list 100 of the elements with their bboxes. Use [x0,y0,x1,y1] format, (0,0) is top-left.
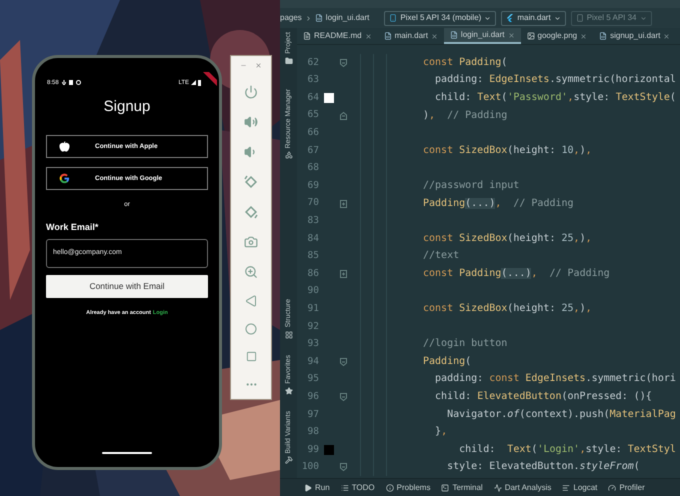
close-icon[interactable] [580,32,588,40]
run-icon [304,484,312,492]
expand-icon[interactable] [340,200,347,208]
volume-up-icon[interactable] [244,115,258,129]
collapse-icon[interactable] [340,112,347,120]
collapse-icon[interactable] [340,358,347,366]
line-number: 98 [306,425,319,440]
breadcrumb-item[interactable]: pages [280,12,302,24]
editor-tab[interactable]: login_ui.dart [444,28,521,44]
lines-icon [562,484,570,492]
editor-tab[interactable]: signup_ui.dart [593,28,676,44]
close-icon[interactable] [508,32,515,38]
rotate-left-icon[interactable] [244,175,258,189]
tool-window-button[interactable]: Problems [396,482,430,494]
tool-window-button[interactable]: Terminal [452,482,483,494]
line-number: 92 [306,320,319,334]
continue-email-button[interactable]: Continue with Email [46,275,208,298]
close-icon[interactable] [255,62,262,68]
line-number: 96 [306,390,319,404]
breadcrumb-item[interactable]: login_ui.dart [326,12,370,24]
terminal-icon [441,484,450,492]
line-number: 85 [306,249,319,264]
code-line: child: Text('Login',style: TextStyl [458,444,676,456]
close-icon[interactable] [364,32,372,40]
caret-icon [484,14,492,22]
code-line: child: Text('Password',style: TextStyle( [434,92,676,104]
line-number: 63 [306,73,319,88]
code-file-icon [314,14,323,22]
line-number: 99 [306,442,319,457]
close-icon[interactable] [430,32,438,40]
code-line: const SizedBox(height: 10,), [423,144,592,157]
overview-icon[interactable] [246,351,256,362]
code-line: Navigator.of(context).push(MaterialPag [446,408,676,421]
line-number: 62 [306,56,319,70]
code-file-icon [599,32,608,40]
line-number: 64 [306,90,319,105]
caret-icon [640,14,646,22]
email-label: Work Email* [46,221,100,233]
line-number: 93 [306,337,319,352]
caret-icon [554,14,561,22]
shapes-icon [284,151,292,160]
power-icon[interactable] [244,85,258,99]
line-number: 69 [306,178,319,193]
line-number: 65 [306,108,319,122]
code-file-icon [384,32,392,40]
status-icon [62,80,66,85]
back-icon[interactable] [245,295,257,307]
tool-window-button[interactable]: Profiler [619,482,645,494]
line-number: 94 [306,354,319,369]
collapse-icon[interactable] [340,58,347,67]
collapse-icon[interactable] [340,393,347,402]
phone-icon [576,14,584,22]
file-icon [303,32,311,40]
close-icon[interactable] [663,32,670,40]
line-number: 97 [306,408,319,422]
google-icon [59,173,70,184]
code-line: ), // Padding [423,110,508,122]
gauge-icon [608,484,616,492]
code-line: const SizedBox(height: 25,), [423,232,592,245]
expand-icon[interactable] [340,270,347,278]
device-selector[interactable]: Pixel 5 API 34 (mobile) [384,10,496,26]
code-line: const SizedBox(height: 25,), [423,303,592,316]
collapse-icon[interactable] [340,463,347,472]
code-line: const Padding(...), // Padding [423,268,610,280]
line-number: 95 [306,372,319,386]
rotate-right-icon[interactable] [244,205,258,219]
tool-window-button[interactable]: TODO [352,482,375,494]
tool-window-button[interactable]: Logcat [573,482,598,494]
code-line: //password input [423,180,520,192]
code-line: Padding( [423,356,472,368]
editor-tab[interactable]: main.dart [378,28,444,44]
info-icon [386,484,394,492]
camera-icon[interactable] [244,235,258,249]
editor-tab[interactable]: google.png [520,28,594,44]
tool-window-button[interactable]: Dart Analysis [504,482,552,494]
line-number: 67 [306,144,319,158]
run-config-selector[interactable]: main.dart [501,10,566,26]
image-file-icon [526,32,535,40]
line-number: 83 [306,214,319,228]
tool-window-button[interactable]: Run [315,482,330,494]
code-line: }, [434,426,448,438]
code-line: child: ElevatedButton(onPressed: (){ [434,391,652,404]
folder-icon [284,56,292,65]
zoom-icon[interactable] [244,265,258,279]
editor-tab[interactable]: README.md [297,28,378,44]
home-icon[interactable] [245,323,257,335]
code-line: padding: const EdgeInsets.symmetric(hori [434,373,676,386]
star-icon [284,386,292,395]
list-icon [340,484,349,492]
screen-title: Signup [104,98,150,116]
code-line: //login button [423,338,508,350]
hammer-icon [284,456,292,464]
line-number: 70 [306,196,319,210]
grid-icon [284,330,292,339]
code-line: //text [423,250,460,262]
flutter-icon [506,14,514,22]
line-number: 100 [300,460,319,474]
signal-icon [191,80,196,85]
line-number: 66 [306,126,319,140]
phone-icon [389,14,398,22]
